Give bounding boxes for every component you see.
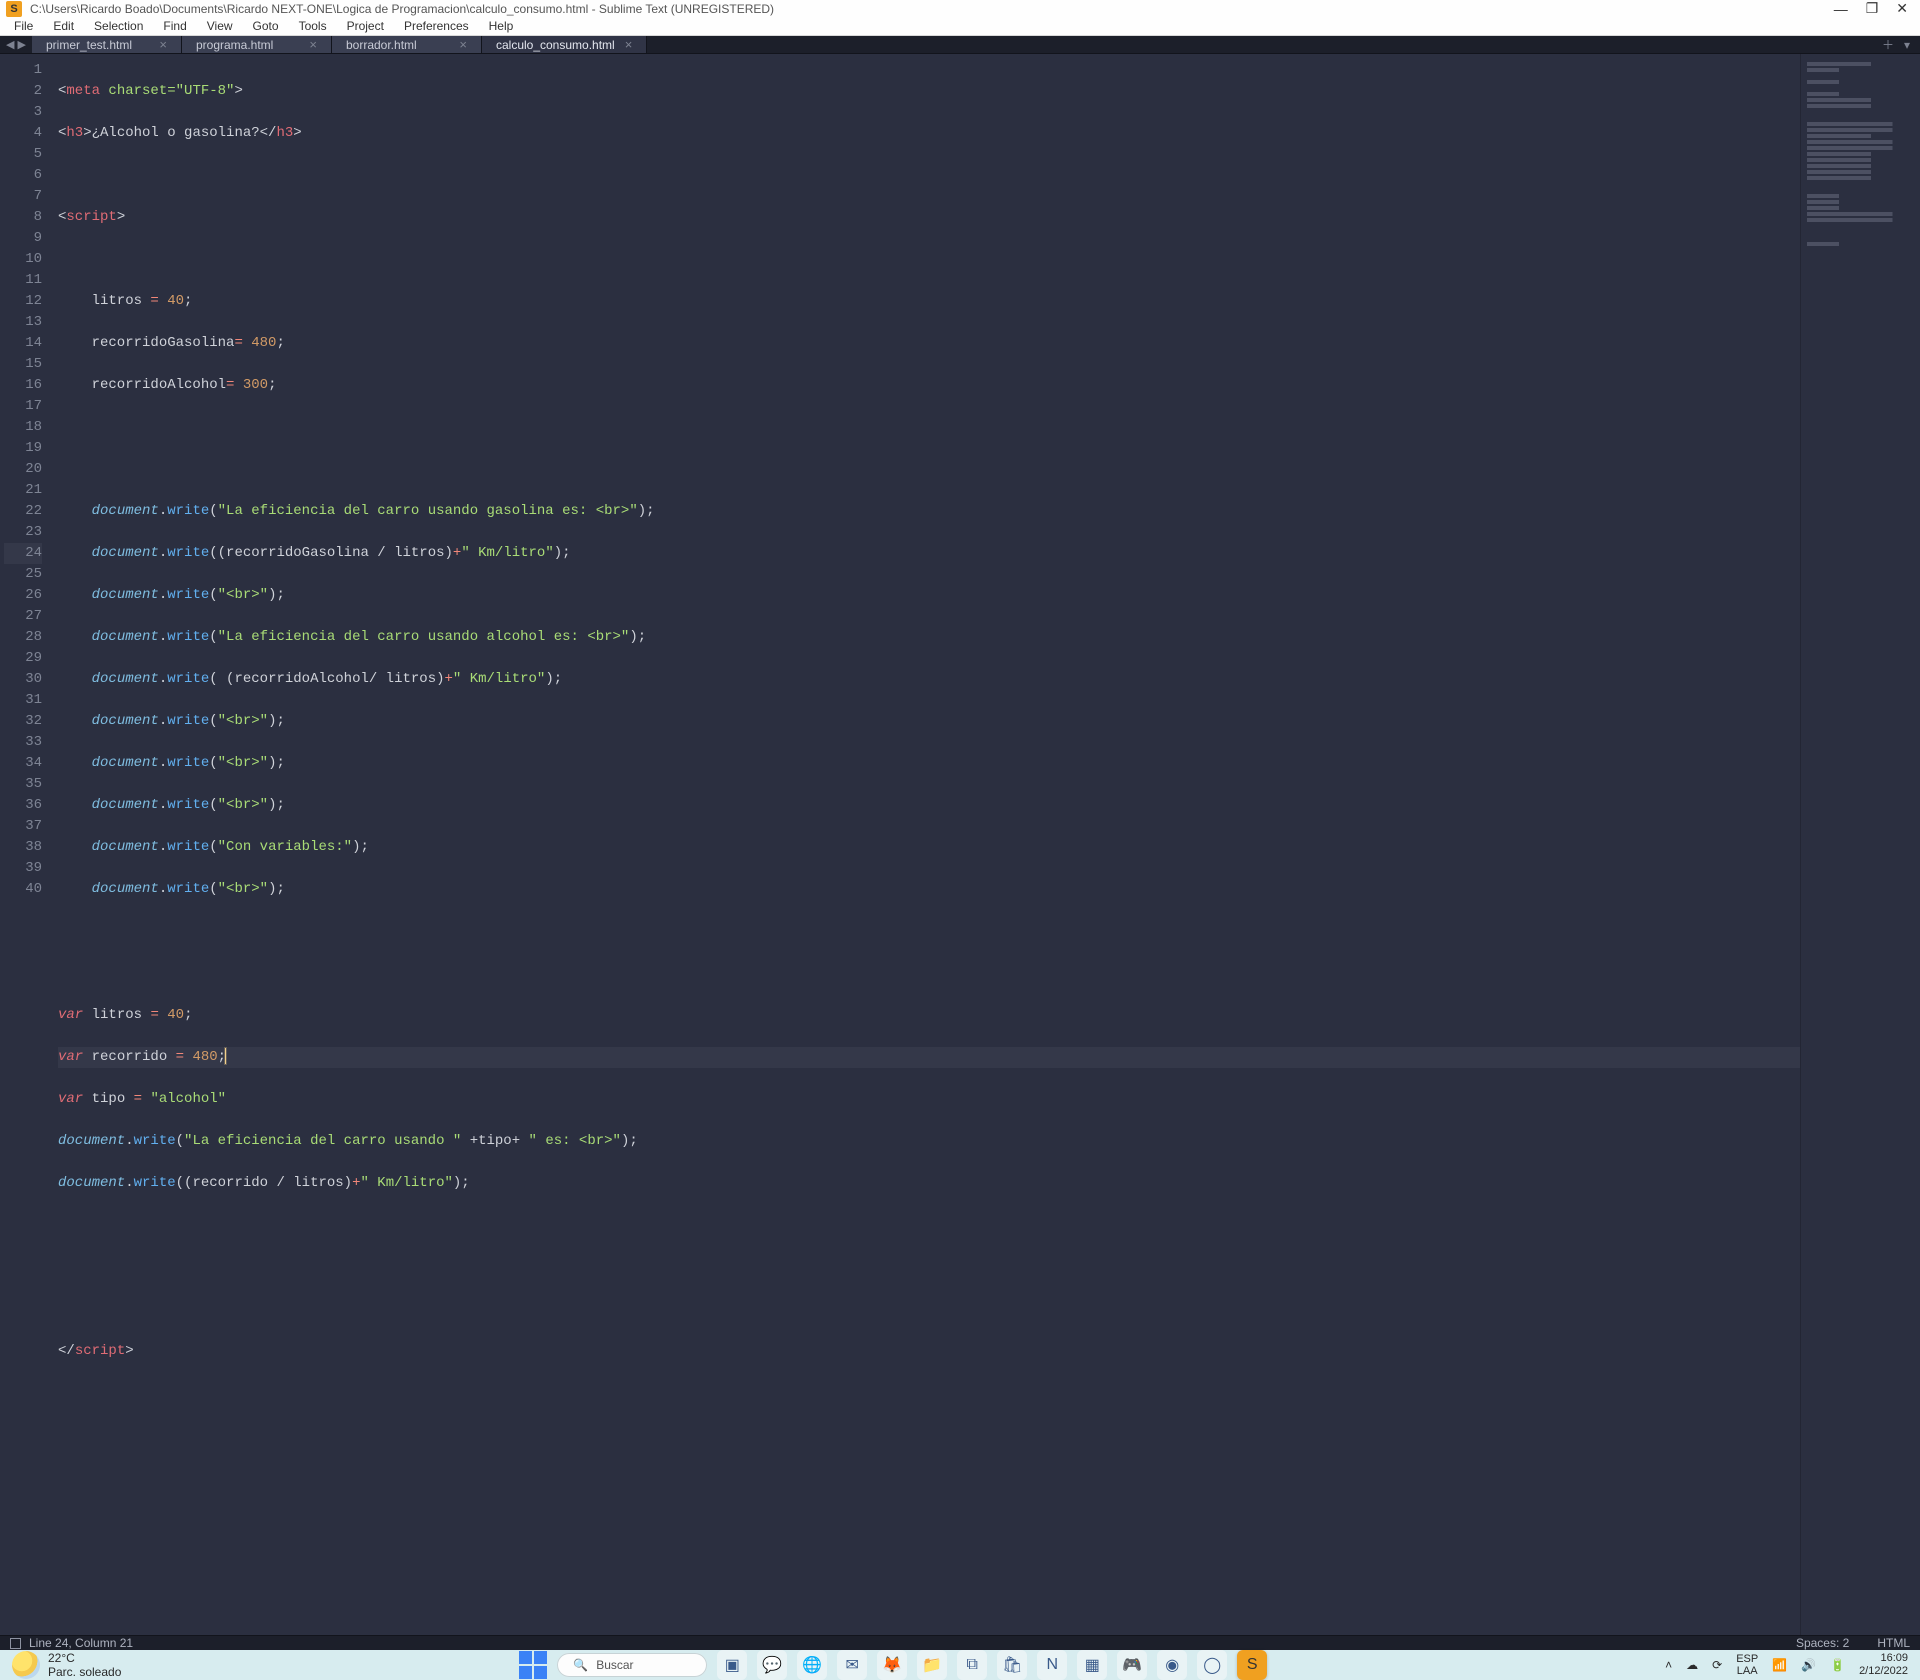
update-icon[interactable]: ⟳	[1712, 1658, 1722, 1672]
close-button[interactable]: ✕	[1896, 0, 1908, 17]
taskbar: 22°C Parc. soleado 🔍 Buscar ▣ 💬 🌐 ✉ 🦊 📁 …	[0, 1650, 1920, 1680]
system-tray: ˄ ☁ ⟳ ESPLAA 📶 🔊 🔋 16:092/12/2022	[1665, 1652, 1908, 1678]
syntax-indicator[interactable]: HTML	[1877, 1636, 1910, 1650]
start-button[interactable]	[519, 1651, 547, 1679]
menu-selection[interactable]: Selection	[84, 17, 153, 35]
tab-calculo-consumo[interactable]: calculo_consumo.html ×	[482, 36, 647, 53]
indent-indicator[interactable]: Spaces: 2	[1796, 1636, 1849, 1650]
onedrive-icon[interactable]: ☁	[1686, 1658, 1698, 1672]
tab-label: programa.html	[196, 38, 273, 52]
tab-close-icon[interactable]: ×	[459, 37, 467, 52]
minimize-button[interactable]: —	[1834, 1, 1848, 17]
code-area[interactable]: <meta charset="UTF-8"> <h3>¿Alcohol o ga…	[50, 54, 1800, 1635]
tab-borrador[interactable]: borrador.html ×	[332, 36, 482, 53]
menu-project[interactable]: Project	[337, 17, 394, 35]
tab-programa[interactable]: programa.html ×	[182, 36, 332, 53]
tab-label: primer_test.html	[46, 38, 132, 52]
clock[interactable]: 16:092/12/2022	[1859, 1652, 1908, 1678]
explorer-icon[interactable]: 📁	[917, 1650, 947, 1680]
sublime-icon[interactable]: S	[1237, 1650, 1267, 1680]
xbox-icon[interactable]: ◉	[1157, 1650, 1187, 1680]
statusbar: Line 24, Column 21 Spaces: 2 HTML	[0, 1635, 1920, 1650]
tab-close-icon[interactable]: ×	[625, 37, 633, 52]
store-icon[interactable]: 🛍	[997, 1650, 1027, 1680]
tab-close-icon[interactable]: ×	[309, 37, 317, 52]
minimap[interactable]	[1800, 54, 1920, 1635]
titlebar: S C:\Users\Ricardo Boado\Documents\Ricar…	[0, 0, 1920, 17]
tab-menu-icon[interactable]: ▾	[1904, 38, 1910, 52]
window-title: C:\Users\Ricardo Boado\Documents\Ricardo…	[30, 2, 1834, 16]
weather-icon	[12, 1651, 40, 1679]
cursor-position: Line 24, Column 21	[29, 1636, 133, 1650]
language-indicator[interactable]: ESPLAA	[1736, 1653, 1758, 1677]
menu-help[interactable]: Help	[479, 17, 524, 35]
menu-file[interactable]: File	[4, 17, 43, 35]
battery-icon[interactable]: 🔋	[1830, 1658, 1845, 1672]
weather-widget[interactable]: 22°C Parc. soleado	[12, 1651, 121, 1679]
mail-icon[interactable]: ✉	[837, 1650, 867, 1680]
text-caret	[225, 1048, 226, 1064]
volume-icon[interactable]: 🔊	[1801, 1658, 1816, 1672]
search-placeholder: Buscar	[596, 1658, 633, 1672]
task-view-icon[interactable]: ▣	[717, 1650, 747, 1680]
firefox-icon[interactable]: 🦊	[877, 1650, 907, 1680]
tab-nav-arrows[interactable]: ◀ ▶	[0, 36, 32, 53]
weather-desc: Parc. soleado	[48, 1665, 121, 1679]
menu-find[interactable]: Find	[153, 17, 196, 35]
menu-view[interactable]: View	[197, 17, 243, 35]
app-icon: S	[6, 1, 22, 17]
menu-edit[interactable]: Edit	[43, 17, 84, 35]
maximize-button[interactable]: ❐	[1866, 0, 1879, 17]
chat-icon[interactable]: 💬	[757, 1650, 787, 1680]
weather-temp: 22°C	[48, 1651, 121, 1665]
console-toggle-icon[interactable]	[10, 1638, 21, 1649]
line-gutter: 1234 5678 9101112 13141516 17181920 2122…	[4, 54, 50, 1635]
notion-icon[interactable]: N	[1037, 1650, 1067, 1680]
tab-close-icon[interactable]: ×	[159, 37, 167, 52]
taskbar-search[interactable]: 🔍 Buscar	[557, 1653, 707, 1677]
tab-label: borrador.html	[346, 38, 417, 52]
tabbar: ◀ ▶ primer_test.html × programa.html × b…	[0, 36, 1920, 54]
tab-label: calculo_consumo.html	[496, 38, 615, 52]
new-tab-icon[interactable]: ＋	[1882, 36, 1894, 53]
chrome-icon[interactable]: ◯	[1197, 1650, 1227, 1680]
search-icon: 🔍	[573, 1658, 588, 1672]
tray-chevron-icon[interactable]: ˄	[1665, 1658, 1672, 1672]
menu-preferences[interactable]: Preferences	[394, 17, 479, 35]
editor[interactable]: 1234 5678 9101112 13141516 17181920 2122…	[0, 54, 1920, 1635]
tab-primer-test[interactable]: primer_test.html ×	[32, 36, 182, 53]
discord-icon[interactable]: 🎮	[1117, 1650, 1147, 1680]
menubar: File Edit Selection Find View Goto Tools…	[0, 17, 1920, 36]
wifi-icon[interactable]: 📶	[1772, 1658, 1787, 1672]
menu-tools[interactable]: Tools	[289, 17, 337, 35]
calculator-icon[interactable]: ▦	[1077, 1650, 1107, 1680]
vscode-icon[interactable]: ⧉	[957, 1650, 987, 1680]
menu-goto[interactable]: Goto	[243, 17, 289, 35]
edge-icon[interactable]: 🌐	[797, 1650, 827, 1680]
